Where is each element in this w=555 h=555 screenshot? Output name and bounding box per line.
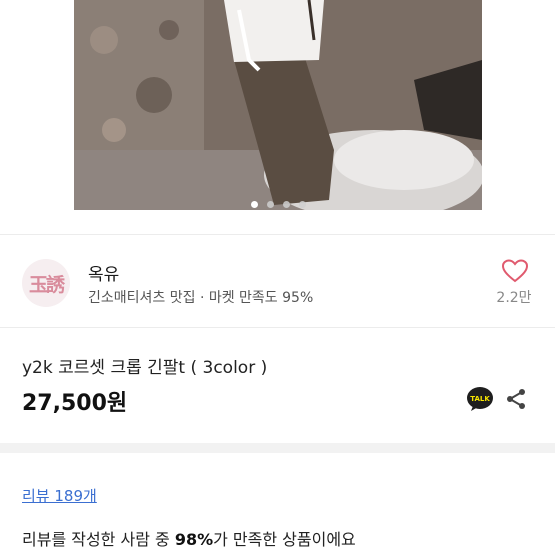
carousel-dot[interactable] xyxy=(266,201,274,208)
kakaotalk-icon[interactable]: TALK xyxy=(466,386,494,412)
carousel-dot[interactable] xyxy=(298,201,306,208)
product-price: 27,500원 xyxy=(22,391,128,416)
section-divider xyxy=(0,443,555,453)
review-summary: 리뷰를 작성한 사람 중 98%가 만족한 상품이에요 xyxy=(22,526,356,550)
seller-avatar-logo: 玉誘 xyxy=(28,273,65,296)
product-photo-image xyxy=(74,0,482,210)
seller-meta: 긴소매티셔츠 맛집 · 마켓 만족도 95% xyxy=(88,290,314,306)
like-count: 2.2만 xyxy=(496,290,532,306)
seller-card[interactable]: 玉誘 옥유 긴소매티셔츠 맛집 · 마켓 만족도 95% 2.2만 xyxy=(0,234,555,328)
carousel-dot[interactable] xyxy=(282,201,290,208)
product-title: y2k 코르셋 크롭 긴팔t ( 3color ) xyxy=(22,358,268,378)
carousel-indicator[interactable] xyxy=(74,201,482,208)
seller-name[interactable]: 옥유 xyxy=(88,260,119,285)
review-summary-suffix: 가 만족한 상품이에요 xyxy=(213,530,356,549)
heart-icon[interactable] xyxy=(502,259,528,283)
review-count-link[interactable]: 리뷰 189개 xyxy=(22,485,97,506)
review-percent: 98% xyxy=(174,530,214,549)
talk-label: TALK xyxy=(470,395,490,403)
carousel-dot[interactable] xyxy=(250,201,258,208)
product-photo[interactable] xyxy=(74,0,482,210)
share-icon[interactable] xyxy=(505,388,527,410)
review-summary-prefix: 리뷰를 작성한 사람 중 xyxy=(22,530,175,549)
seller-avatar[interactable]: 玉誘 xyxy=(22,259,70,307)
